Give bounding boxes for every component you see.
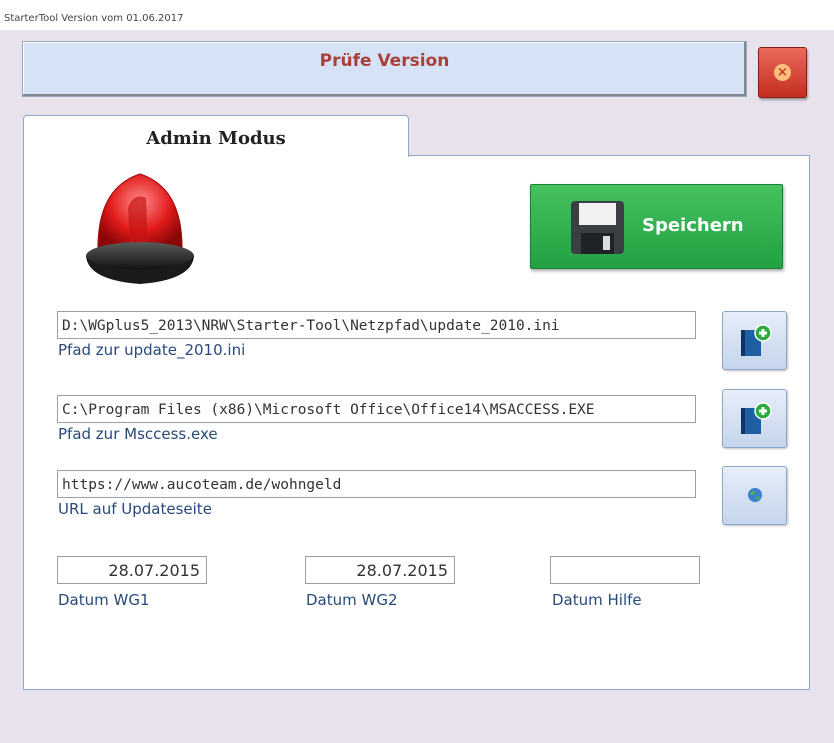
floppy-disk-icon (571, 201, 624, 254)
siren-icon (86, 173, 194, 284)
browse-update-ini-button[interactable] (722, 311, 787, 370)
save-button[interactable]: Speichern (530, 184, 783, 269)
window-title: StarterTool Version vom 01.06.2017 (4, 13, 184, 24)
open-url-button[interactable] (722, 466, 787, 525)
date-wg2-input[interactable]: 28.07.2015 (305, 556, 455, 584)
tab-label: Admin Modus (146, 128, 286, 149)
date-hilfe-input[interactable] (550, 556, 700, 584)
update-ini-path-caption: Pfad zur update_2010.ini (58, 341, 246, 359)
add-book-icon (741, 402, 772, 434)
browse-msaccess-button[interactable] (722, 389, 787, 448)
date-wg2-caption: Datum WG2 (306, 591, 398, 609)
close-button[interactable]: × (758, 47, 807, 98)
tab-admin-modus[interactable]: Admin Modus (23, 115, 409, 157)
date-hilfe-caption: Datum Hilfe (552, 591, 642, 609)
date-wg1-caption: Datum WG1 (58, 591, 150, 609)
add-book-icon (741, 324, 772, 356)
window-titlebar: StarterTool Version vom 01.06.2017 (0, 0, 834, 30)
update-ini-path-input[interactable]: D:\WGplus5_2013\NRW\Starter-Tool\Netzpfa… (57, 311, 696, 339)
date-wg1-input[interactable]: 28.07.2015 (57, 556, 207, 584)
check-version-button[interactable]: Prüfe Version (22, 41, 747, 97)
msaccess-path-caption: Pfad zur Msccess.exe (58, 425, 218, 443)
header-title: Prüfe Version (319, 51, 450, 71)
globe-icon (748, 488, 762, 502)
update-url-input[interactable]: https://www.aucoteam.de/wohngeld (57, 470, 696, 498)
msaccess-path-input[interactable]: C:\Program Files (x86)\Microsoft Office\… (57, 395, 696, 423)
close-icon: × (774, 64, 791, 81)
update-url-caption: URL auf Updateseite (58, 500, 212, 518)
save-label: Speichern (642, 215, 744, 236)
